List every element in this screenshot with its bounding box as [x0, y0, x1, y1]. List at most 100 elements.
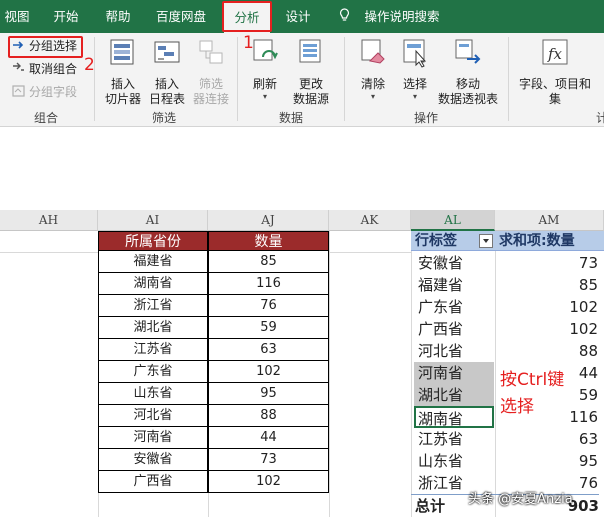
pivot-row-value[interactable]: 85 [496, 274, 598, 296]
ctrl-note-line2: 选择 [500, 397, 534, 417]
source-province-cell[interactable]: 湖南省 [98, 273, 208, 295]
pivot-row-label[interactable]: 河南省 [414, 362, 494, 384]
filter-connections-line2: 器连接 [192, 92, 229, 106]
change-data-source-button[interactable]: 更改 数据源 [286, 37, 336, 107]
move-pivottable-line1: 移动 [455, 77, 480, 91]
source-province-cell[interactable]: 江苏省 [98, 339, 208, 361]
column-header-al[interactable]: AL [411, 210, 495, 231]
tab-baidu-netdisk[interactable]: 百度网盘 [148, 0, 214, 33]
data-source-icon [299, 39, 321, 63]
source-quantity-cell[interactable]: 88 [208, 405, 329, 427]
pivot-row-value[interactable]: 88 [496, 340, 598, 362]
source-header-quantity: 数量 [208, 231, 329, 251]
group-field-label: 分组字段 [29, 85, 78, 99]
filter-dropdown-icon[interactable] [479, 234, 493, 248]
source-quantity-cell[interactable]: 59 [208, 317, 329, 339]
source-province-cell[interactable]: 福建省 [98, 251, 208, 273]
pivot-row-label[interactable]: 广东省 [414, 296, 494, 318]
source-header-province: 所属省份 [98, 231, 208, 251]
pivot-row-value[interactable]: 102 [496, 296, 598, 318]
tab-help[interactable]: 帮助 [96, 0, 140, 33]
move-pivot-icon [455, 39, 481, 64]
column-header-aj[interactable]: AJ [208, 210, 329, 231]
pivot-row-label[interactable]: 山东省 [414, 450, 494, 472]
pivot-row-label[interactable]: 江苏省 [414, 428, 494, 450]
source-quantity-cell[interactable]: 95 [208, 383, 329, 405]
move-pivottable-line2: 数据透视表 [437, 92, 498, 106]
select-label: 选择 [402, 77, 427, 91]
pivot-row-label[interactable]: 湖南省 [414, 406, 494, 428]
select-dropdown-icon[interactable]: ▾ [396, 92, 434, 101]
source-quantity-cell[interactable]: 102 [208, 471, 329, 493]
tell-me-search[interactable]: 操作说明搜索 [360, 0, 444, 33]
pivot-row-label[interactable]: 湖北省 [414, 384, 494, 406]
ungroup-icon [13, 62, 24, 71]
source-province-cell[interactable]: 广东省 [98, 361, 208, 383]
highlight-analyze-tab [222, 1, 272, 32]
pivot-row-value[interactable]: 102 [496, 318, 598, 340]
sheet-spacer [0, 128, 604, 210]
source-province-cell[interactable]: 山东省 [98, 383, 208, 405]
source-quantity-cell[interactable]: 85 [208, 251, 329, 273]
insert-timeline-line2: 日程表 [148, 92, 185, 106]
pivot-value-header: 求和项:数量 [495, 231, 604, 251]
source-quantity-cell[interactable]: 44 [208, 427, 329, 449]
source-quantity-cell[interactable]: 76 [208, 295, 329, 317]
timeline-icon [154, 41, 180, 63]
highlight-group-selection [8, 36, 83, 58]
source-province-cell[interactable]: 河北省 [98, 405, 208, 427]
watermark: 头条 @安夏Anzia [468, 492, 573, 507]
source-quantity-cell[interactable]: 73 [208, 449, 329, 471]
refresh-dropdown-icon[interactable]: ▾ [244, 92, 286, 101]
filter-section-label: 筛选 [152, 111, 177, 125]
source-province-cell[interactable]: 广西省 [98, 471, 208, 493]
column-header-ah[interactable]: AH [0, 210, 98, 231]
change-data-source-line1: 更改 [298, 77, 323, 91]
ctrl-note-line1: 按Ctrl键 [500, 370, 565, 390]
pivot-row-label[interactable]: 广西省 [414, 318, 494, 340]
pivot-row-value[interactable]: 63 [496, 428, 598, 450]
group-field-icon [12, 85, 25, 97]
tab-home[interactable]: 开始 [46, 0, 86, 33]
gridline [411, 231, 412, 517]
group-separator [94, 37, 95, 121]
source-quantity-cell[interactable]: 116 [208, 273, 329, 295]
filter-connections-icon [199, 40, 223, 64]
ungroup-button[interactable]: 取消组合 [12, 60, 77, 78]
refresh-icon [253, 39, 278, 61]
pivot-row-label[interactable]: 安徽省 [414, 252, 494, 274]
column-header-ai[interactable]: AI [98, 210, 208, 231]
gridline [329, 231, 330, 517]
move-pivottable-button[interactable]: 移动 数据透视表 [436, 37, 500, 107]
source-province-cell[interactable]: 河南省 [98, 427, 208, 449]
source-province-cell[interactable]: 安徽省 [98, 449, 208, 471]
fx-icon: fx [542, 39, 568, 65]
column-header-am[interactable]: AM [495, 210, 604, 231]
filter-connections-button[interactable]: 筛选 器连接 [188, 37, 234, 107]
insert-timeline-button[interactable]: 插入 日程表 [144, 37, 190, 107]
source-province-cell[interactable]: 湖北省 [98, 317, 208, 339]
clear-dropdown-icon[interactable]: ▾ [354, 92, 392, 101]
actions-separator [508, 37, 509, 121]
annotation-step-1: 1 [243, 33, 254, 53]
refresh-label: 刷新 [252, 77, 277, 91]
clear-button[interactable]: 清除 ▾ [354, 37, 392, 101]
pivot-row-value[interactable]: 73 [496, 252, 598, 274]
insert-slicer-button[interactable]: 插入 切片器 [100, 37, 146, 107]
tab-view[interactable]: 视图 [0, 0, 34, 33]
column-header-ak[interactable]: AK [329, 210, 411, 231]
calc-section-label: 计 [596, 111, 604, 125]
pivot-row-value[interactable]: 95 [496, 450, 598, 472]
source-quantity-cell[interactable]: 63 [208, 339, 329, 361]
source-province-cell[interactable]: 浙江省 [98, 295, 208, 317]
group-field-button[interactable]: 分组字段 [12, 83, 77, 101]
data-section-label: 数据 [279, 111, 304, 125]
svg-text:fx: fx [547, 45, 563, 63]
tab-design[interactable]: 设计 [280, 0, 316, 33]
insert-slicer-line2: 切片器 [104, 92, 141, 106]
fields-items-sets-button[interactable]: fx 字段、项目和 集 [514, 37, 596, 107]
source-quantity-cell[interactable]: 102 [208, 361, 329, 383]
pivot-row-label[interactable]: 河北省 [414, 340, 494, 362]
select-button[interactable]: 选择 ▾ [396, 37, 434, 101]
pivot-row-label[interactable]: 福建省 [414, 274, 494, 296]
